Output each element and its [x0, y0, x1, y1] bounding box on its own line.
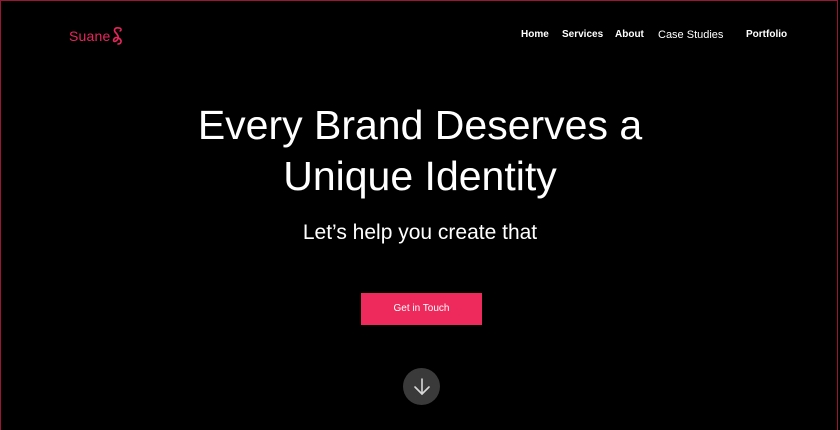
- nav-item-home[interactable]: Home: [521, 28, 549, 42]
- nav-item-case-studies[interactable]: Case Studies: [658, 28, 723, 42]
- get-in-touch-button[interactable]: Get in Touch: [361, 293, 482, 325]
- nav-item-about[interactable]: About: [615, 28, 644, 42]
- arrow-down-icon: [413, 377, 430, 395]
- hero-title-line-1: Every Brand Deserves a: [197, 102, 643, 148]
- hero-title-line-2: Unique Identity: [283, 153, 557, 199]
- window-frame: [0, 0, 838, 430]
- main-nav: Home Services About Case Studies Portfol…: [0, 28, 840, 42]
- scroll-down-button[interactable]: [403, 368, 440, 405]
- hero-title: Every Brand Deserves a Unique Identity: [0, 100, 840, 202]
- nav-item-portfolio[interactable]: Portfolio: [746, 28, 787, 42]
- nav-item-services[interactable]: Services: [562, 28, 603, 42]
- hero-subtitle: Let’s help you create that: [302, 221, 538, 244]
